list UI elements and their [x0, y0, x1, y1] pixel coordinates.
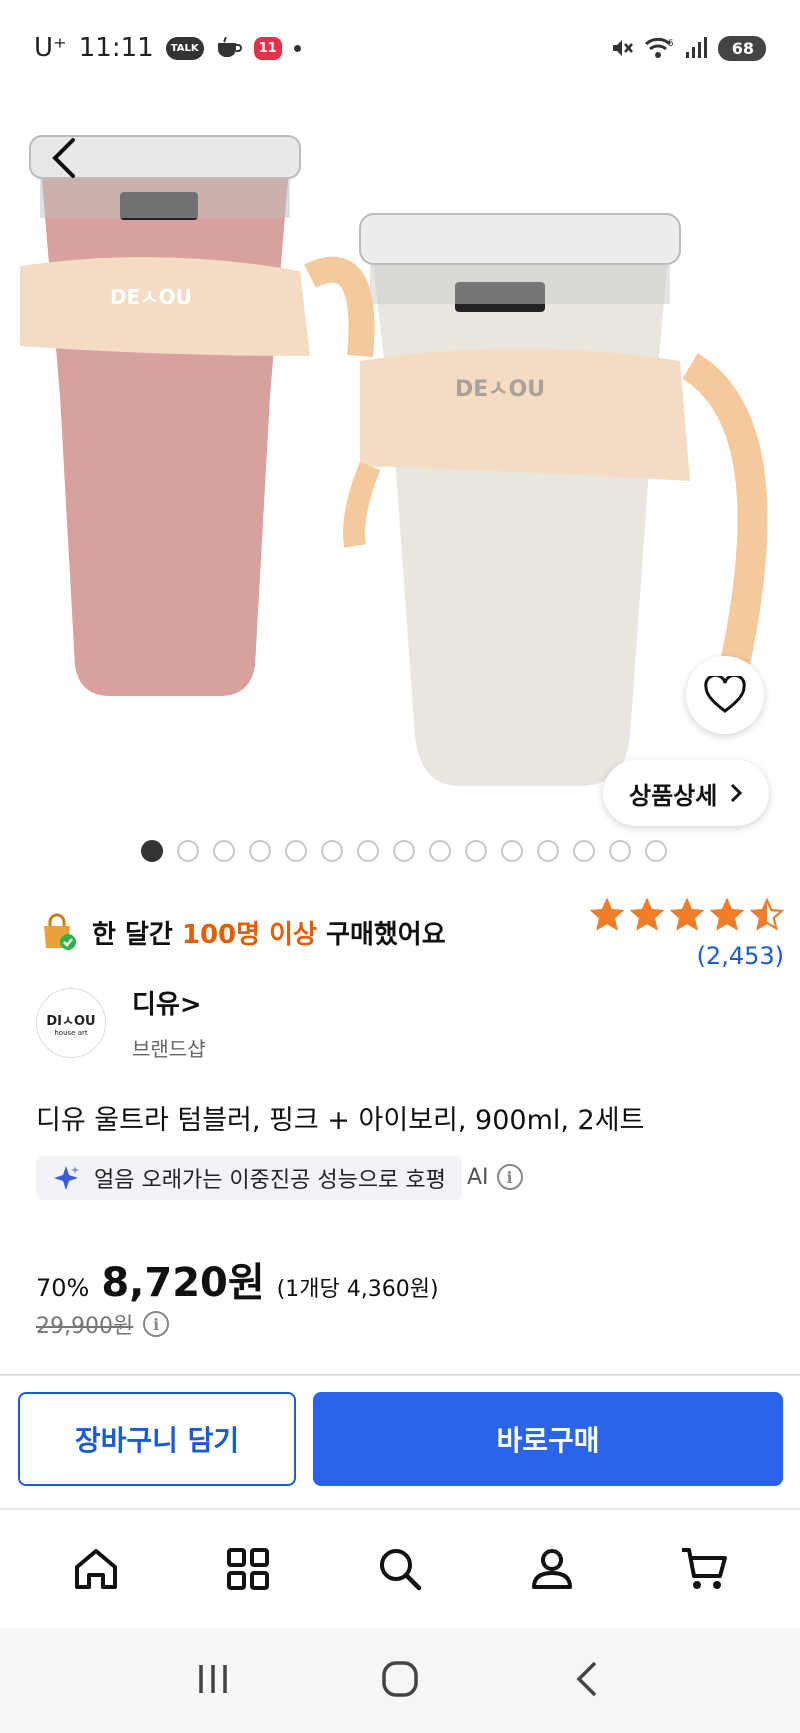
clock: 11:11 — [78, 33, 154, 63]
ai-label: AI — [467, 1164, 489, 1190]
svg-text:5: 5 — [668, 39, 674, 49]
seller-type: 브랜드샵 — [132, 1037, 206, 1061]
wishlist-button[interactable] — [686, 656, 764, 734]
add-to-cart-button[interactable]: 장바구니 담기 — [18, 1392, 296, 1486]
star-rating — [584, 898, 784, 932]
home-icon — [75, 1549, 117, 1589]
status-bar: U⁺ 11:11 TALK 11 5 68 — [0, 0, 800, 96]
pagination-dot[interactable] — [321, 840, 343, 862]
star-icon — [670, 898, 704, 931]
pagination-dot[interactable] — [213, 840, 235, 862]
chevron-right-icon — [731, 783, 743, 803]
seller-logo-text: DIㅅOU — [46, 1013, 96, 1029]
review-count-link[interactable]: (2,453) — [584, 942, 784, 970]
recent-apps-button[interactable] — [193, 1659, 233, 1703]
nav-mypage[interactable] — [512, 1529, 592, 1609]
user-icon — [532, 1549, 572, 1589]
kakaotalk-icon: TALK — [165, 36, 204, 60]
star-icon — [750, 898, 784, 931]
pagination-dot[interactable] — [573, 840, 595, 862]
nav-cart[interactable] — [664, 1529, 744, 1609]
pagination-dot[interactable] — [393, 840, 415, 862]
promo-suffix: 구매했어요 — [316, 919, 446, 950]
divider — [0, 1374, 800, 1376]
info-icon[interactable]: i — [496, 1164, 523, 1190]
back-arrow-icon — [576, 1661, 596, 1696]
pagination-dot[interactable] — [285, 840, 307, 862]
bottom-navigation — [0, 1510, 800, 1628]
seller-name-link[interactable]: 디유> — [132, 984, 206, 1021]
seller-info[interactable]: DIㅅOU house art 디유> 브랜드샵 — [36, 984, 206, 1062]
pagination-dot[interactable] — [465, 840, 487, 862]
signal-icon — [684, 36, 708, 60]
original-price-row: 29,900원 i — [36, 1308, 170, 1340]
system-navigation-bar — [0, 1628, 800, 1733]
heart-icon — [704, 676, 746, 713]
product-title: 디유 울트라 텀블러, 핑크 + 아이보리, 900ml, 2세트 — [36, 1105, 645, 1136]
pagination-dot[interactable] — [537, 840, 559, 862]
cart-icon — [682, 1548, 727, 1589]
star-icon — [710, 898, 744, 931]
nav-home[interactable] — [56, 1529, 136, 1609]
pagination-dot[interactable] — [609, 840, 631, 862]
search-icon — [380, 1549, 422, 1591]
coffee-icon — [216, 37, 242, 59]
promo-highlight: 100명 이상 — [181, 919, 317, 950]
pagination-dot[interactable] — [177, 840, 199, 862]
mute-icon — [610, 36, 634, 60]
product-detail-label: 상품상세 — [629, 781, 718, 810]
seller-logo-sub: house art — [54, 1028, 88, 1037]
sale-price: 8,720원 — [101, 1260, 265, 1306]
buy-now-button[interactable]: 바로구매 — [313, 1392, 783, 1486]
pagination-dot[interactable] — [429, 840, 451, 862]
pagination-dot[interactable] — [645, 840, 667, 862]
recents-icon — [199, 1664, 228, 1693]
category-icon — [227, 1548, 269, 1590]
pagination-dot[interactable] — [357, 840, 379, 862]
discount-rate: 70% — [36, 1274, 90, 1302]
promo-prefix: 한 달간 — [92, 919, 182, 950]
wifi-icon: 5 — [644, 36, 674, 60]
pagination-dot[interactable] — [249, 840, 271, 862]
ai-summary-text: 얼음 오래가는 이중진공 성능으로 호평 — [94, 1168, 446, 1193]
star-icon — [630, 898, 664, 931]
carrier-label: U⁺ — [34, 33, 67, 63]
product-detail-button[interactable]: 상품상세 — [603, 760, 770, 826]
home-circle-icon — [382, 1660, 418, 1697]
svg-text:DEㅅOU: DEㅅOU — [110, 285, 192, 309]
svg-text:DEㅅOU: DEㅅOU — [455, 377, 545, 402]
info-icon[interactable]: i — [143, 1311, 170, 1337]
pagination-dot[interactable] — [141, 840, 163, 862]
home-button[interactable] — [380, 1659, 420, 1703]
pagination-dot[interactable] — [501, 840, 523, 862]
star-icon — [590, 898, 624, 931]
gallery-pagination[interactable] — [141, 840, 667, 862]
sparkle-icon — [54, 1166, 79, 1190]
notification-dot — [293, 44, 301, 52]
rating-block[interactable]: (2,453) — [584, 898, 784, 970]
original-price: 29,900원 — [36, 1314, 134, 1339]
seller-logo[interactable]: DIㅅOU house art — [36, 988, 106, 1058]
system-back-button[interactable] — [567, 1659, 607, 1703]
battery-icon: 68 — [717, 35, 766, 61]
product-image-gallery[interactable]: DEㅅOU DEㅅOU 상품상세 — [0, 96, 800, 880]
ai-review-summary[interactable]: 얼음 오래가는 이중진공 성능으로 호평 — [36, 1156, 462, 1200]
back-button[interactable] — [38, 132, 90, 184]
chevron-left-icon — [52, 138, 75, 178]
ai-info[interactable]: AI i — [467, 1164, 523, 1190]
unit-price: (1개당 4,360원) — [276, 1277, 439, 1302]
nav-category[interactable] — [208, 1529, 288, 1609]
nav-search[interactable] — [360, 1529, 440, 1609]
shopping-bag-icon — [44, 913, 76, 950]
purchase-promo: 한 달간 100명 이상 구매했어요 — [38, 912, 446, 952]
price-row: 70% 8,720원 (1개당 4,360원) — [36, 1250, 439, 1308]
eleven-street-icon: 11 — [253, 36, 282, 60]
